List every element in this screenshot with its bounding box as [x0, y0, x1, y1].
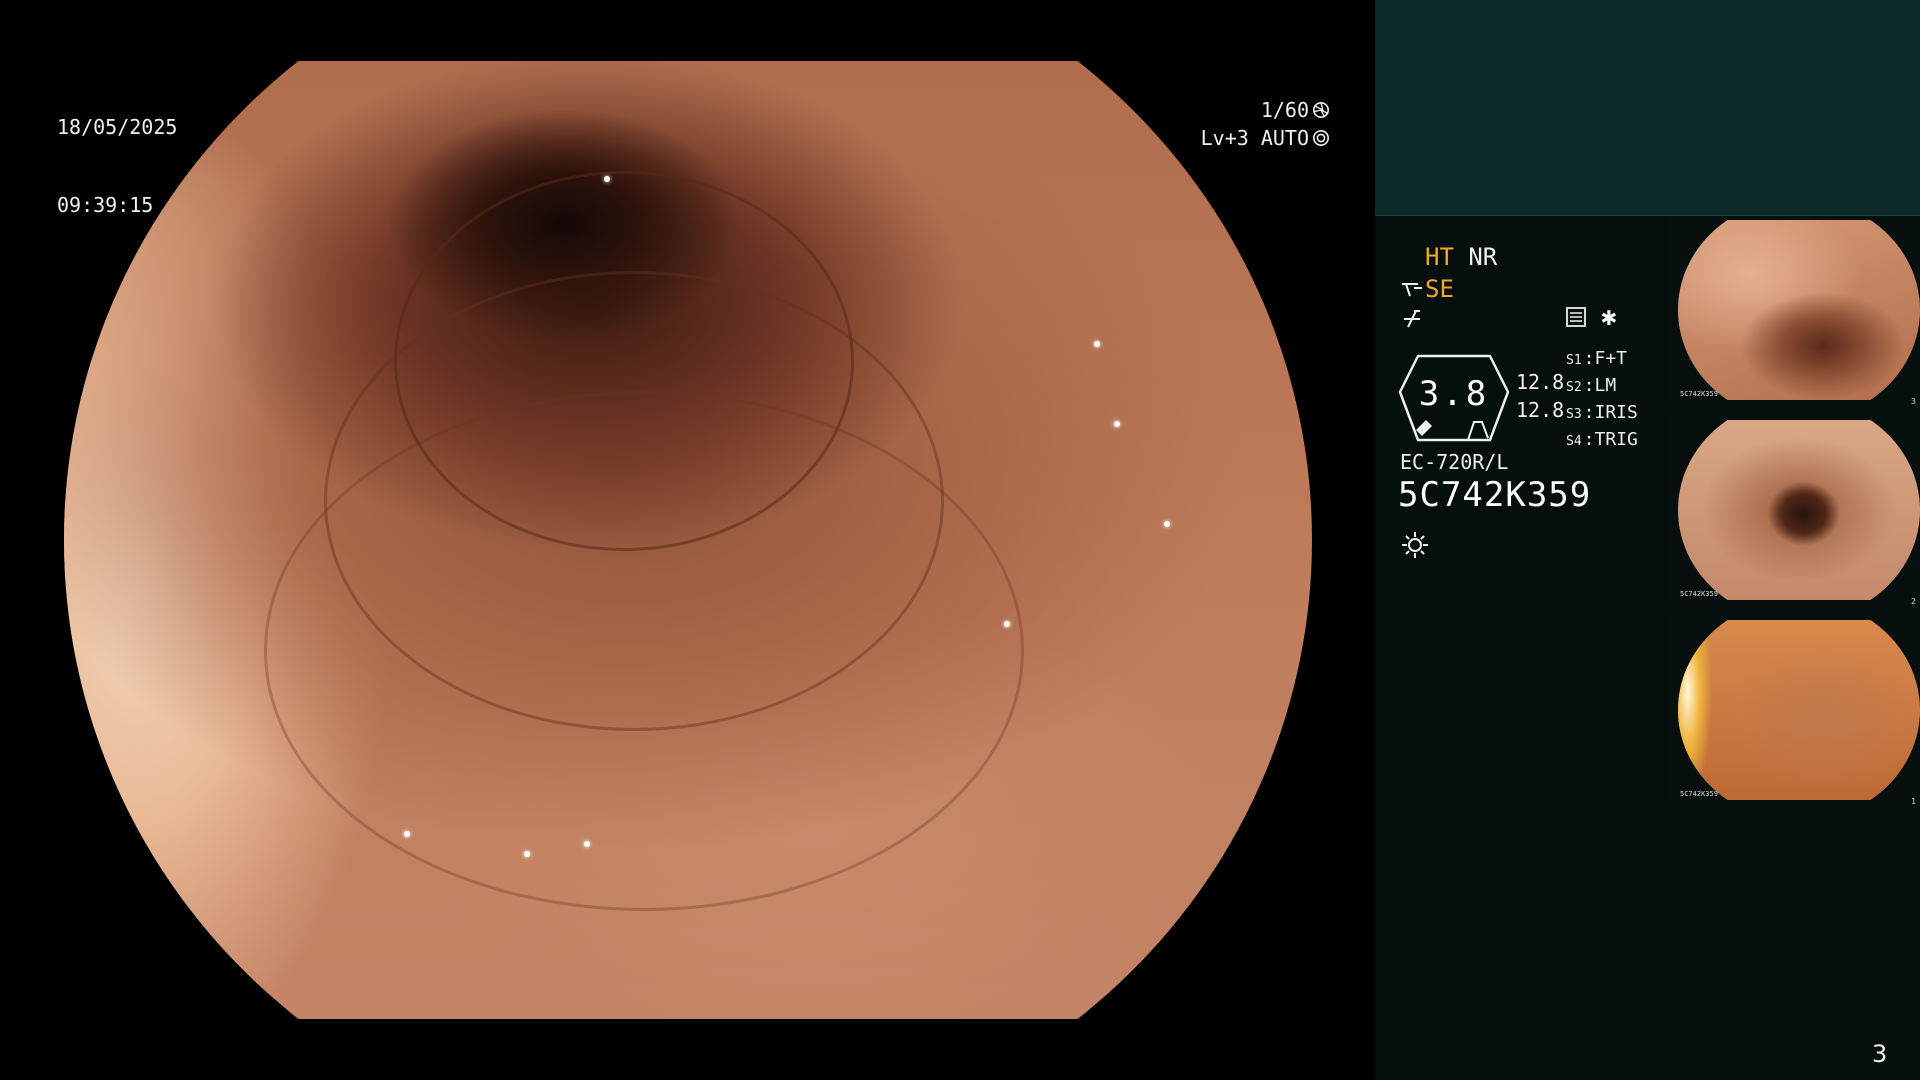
freeze-icon [1404, 310, 1420, 328]
light-reflection [584, 841, 590, 847]
info-panel: HT NR SE ✱ 3.8 12.8 12.8 S1:F+T S2:LM S3… [1375, 0, 1920, 1080]
switch-setting-row: S1:F+T [1566, 348, 1628, 369]
thumbnail-serial: 5C742K359 [1680, 390, 1718, 398]
brightness-level: Lv+3 AUTO [1200, 126, 1309, 150]
light-reflection [1004, 621, 1010, 627]
gauge-reading-top: 12.8 [1516, 370, 1565, 394]
star-icon: ✱ [1601, 302, 1617, 332]
light-reflection [1114, 421, 1120, 427]
shutter-speed: 1/60 [1260, 98, 1309, 122]
osd-time: 09:39:15 [57, 193, 154, 217]
se-mode: SE [1425, 275, 1454, 303]
light-reflection [604, 176, 610, 182]
scope-serial: 5C742K359 [1398, 475, 1592, 515]
patient-info-area [1375, 0, 1920, 216]
mucosal-fold [264, 391, 1024, 911]
thumbnail-serial: 5C742K359 [1680, 590, 1718, 598]
light-reflection [524, 851, 530, 857]
thumbnail-image [1678, 620, 1920, 800]
thumbnail[interactable]: 5C742K359 3 [1670, 216, 1920, 406]
memo-icon [1566, 307, 1586, 327]
gauge-value: 3.8 [1418, 374, 1490, 414]
switch-settings: S1:F+T S2:LM S3:IRIS S4:TRIG [1566, 346, 1638, 454]
light-reflection [1164, 521, 1170, 527]
ht-mode: HT [1425, 243, 1454, 271]
shutter-icon [1312, 101, 1330, 119]
auto-iris-icon [1312, 129, 1330, 147]
gauge-reading-bottom: 12.8 [1516, 398, 1565, 422]
endoscope-view: 18/05/2025 09:39:15 1/60 Lv+3 AUTO [0, 0, 1375, 1080]
light-icon [1402, 532, 1428, 558]
thumbnail-serial: 5C742K359 [1680, 790, 1718, 798]
nr-mode: NR [1468, 243, 1498, 271]
enhance-icon [1402, 283, 1422, 297]
osd-date: 18/05/2025 [57, 115, 178, 139]
thumbnail[interactable]: 5C742K359 2 [1670, 416, 1920, 606]
page-number: 3 [1872, 1040, 1888, 1068]
switch-setting-row: S3:IRIS [1566, 402, 1638, 423]
thumbnail-image [1678, 220, 1920, 400]
date-time: 18/05/2025 09:39:15 [57, 62, 177, 270]
switch-setting-row: S4:TRIG [1566, 429, 1638, 450]
scope-model: EC-720R/L [1400, 450, 1509, 474]
captured-thumbnails: 5C742K359 3 5C742K359 2 5C742K359 1 [1670, 216, 1920, 816]
light-reflection [404, 831, 410, 837]
thumbnail-number: 3 [1911, 397, 1916, 406]
exposure-readout: 1/60 Lv+3 AUTO [1170, 96, 1330, 152]
switch-setting-row: S2:LM [1566, 375, 1617, 396]
thumbnail-number: 1 [1911, 797, 1916, 806]
thumbnail-image [1678, 420, 1920, 600]
thumbnail-number: 2 [1911, 597, 1916, 606]
endoscopic-image [64, 61, 1312, 1019]
zoom-gauge: 3.8 [1398, 352, 1510, 444]
light-reflection [1094, 341, 1100, 347]
thumbnail[interactable]: 5C742K359 1 [1670, 616, 1920, 806]
image-mode-line: HT NR [1425, 242, 1497, 272]
gauge-readings: 12.8 12.8 [1516, 368, 1564, 424]
